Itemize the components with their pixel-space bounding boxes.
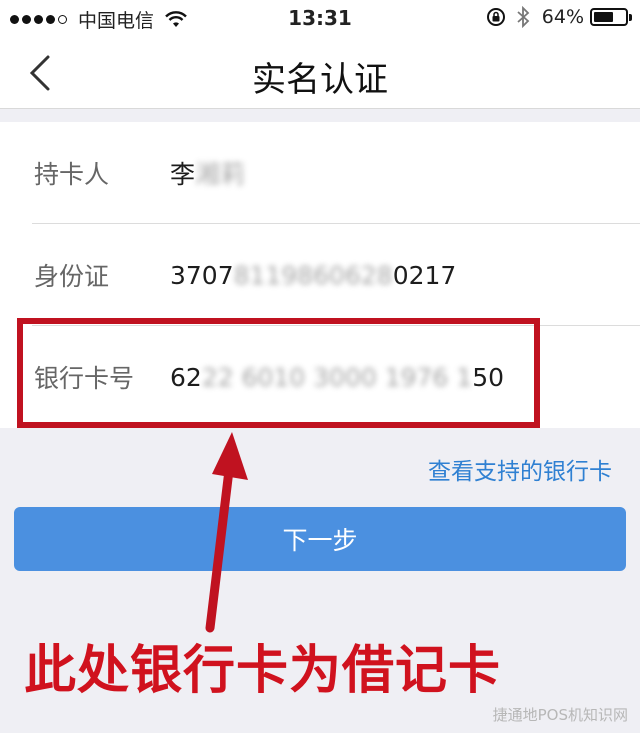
highlight-box	[17, 318, 540, 428]
bluetooth-icon	[517, 6, 530, 28]
nav-bar: 实名认证	[0, 38, 640, 109]
battery-percent: 64%	[541, 6, 584, 28]
rotation-lock-icon	[486, 8, 505, 26]
status-right: 64%	[486, 6, 632, 28]
next-step-button[interactable]: 下一步	[14, 507, 626, 571]
cardholder-label: 持卡人	[34, 160, 110, 189]
cardholder-value-visible: 李	[170, 160, 196, 189]
page-title: 实名认证	[252, 60, 388, 100]
cardholder-row[interactable]: 持卡人 李湘莉	[0, 122, 640, 224]
cardholder-value: 李湘莉	[170, 155, 245, 191]
id-number-value: 370781198606280217	[170, 261, 456, 290]
id-number-start: 3707	[170, 260, 234, 290]
supported-banks-link[interactable]: 查看支持的银行卡	[428, 452, 612, 486]
status-bar: 中国电信 13:31 64%	[0, 0, 640, 38]
annotation-text: 此处银行卡为借记卡	[24, 641, 502, 701]
watermark: 捷通地POS机知识网	[492, 706, 628, 724]
cardholder-value-masked: 湘莉	[195, 160, 246, 189]
id-number-row[interactable]: 身份证 370781198606280217	[0, 224, 640, 326]
annotation-arrow-icon	[205, 432, 248, 633]
id-number-end: 0217	[392, 260, 457, 290]
section-gap	[0, 109, 640, 122]
battery-icon	[590, 8, 632, 26]
id-number-label: 身份证	[34, 262, 110, 291]
id-number-masked: 8119860628	[233, 260, 393, 290]
